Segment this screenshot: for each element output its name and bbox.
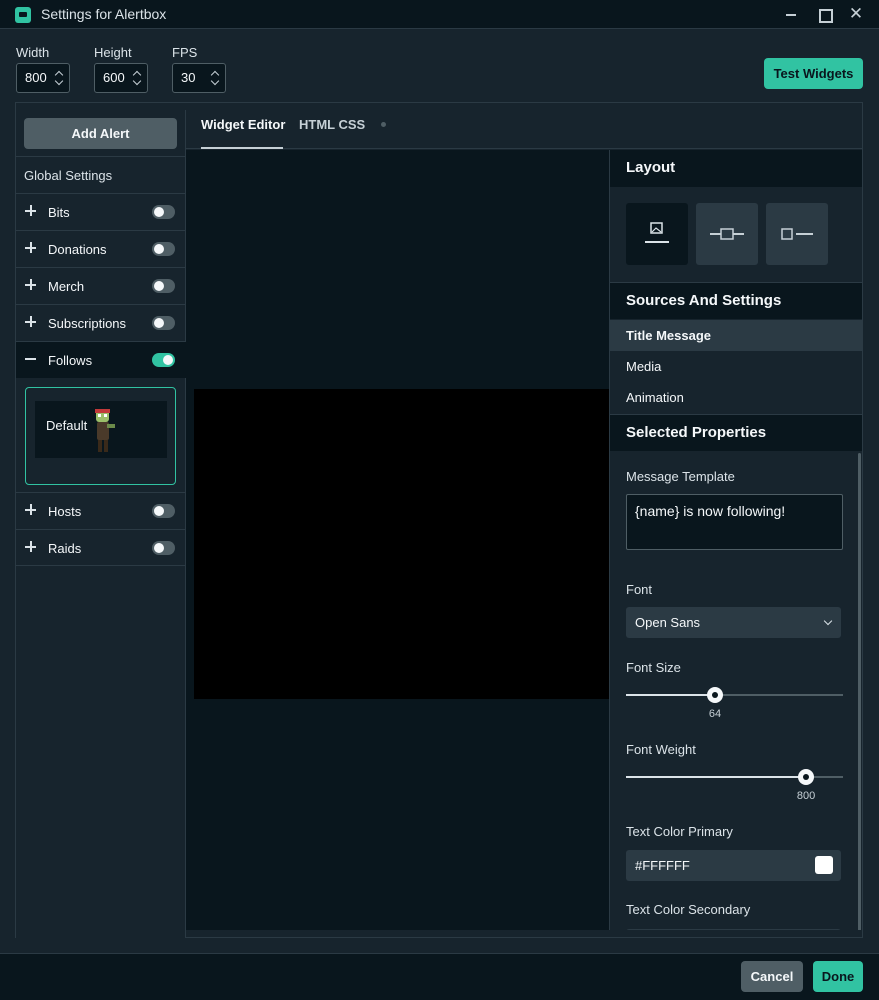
slider-fill [626, 776, 807, 778]
height-input[interactable]: 600 [94, 63, 148, 93]
follows-toggle[interactable] [152, 353, 175, 367]
layout-option-image-above[interactable] [626, 203, 688, 265]
text-color-secondary-input[interactable] [626, 929, 841, 930]
sidebar-item-label: Donations [48, 242, 107, 257]
close-icon[interactable]: ✕ [845, 3, 867, 25]
unsaved-dot-icon [381, 122, 386, 127]
text-color-primary-value: #FFFFFF [635, 858, 690, 873]
zombie-sprite-icon [95, 409, 115, 452]
raids-toggle[interactable] [152, 541, 175, 555]
plus-icon[interactable] [25, 279, 37, 291]
fps-label: FPS [172, 45, 198, 60]
spinner-icon[interactable] [133, 70, 141, 86]
active-tab-indicator [201, 147, 283, 149]
test-widgets-button[interactable]: Test Widgets [764, 58, 863, 89]
sidebar-item-label: Hosts [48, 504, 82, 519]
merch-toggle[interactable] [152, 279, 175, 293]
done-button[interactable]: Done [813, 961, 863, 992]
slider-handle[interactable] [706, 687, 723, 703]
font-label: Font [626, 582, 653, 597]
text-color-primary-input[interactable]: #FFFFFF [626, 850, 841, 881]
variation-thumbnail: Default [35, 401, 167, 458]
properties-scrollbar[interactable] [858, 453, 861, 930]
font-size-label: Font Size [626, 660, 681, 675]
hosts-toggle[interactable] [152, 504, 175, 518]
tab-widget-editor[interactable]: Widget Editor [201, 117, 285, 132]
text-color-secondary-label: Text Color Secondary [626, 902, 751, 917]
window-title: Settings for Alertbox [41, 6, 167, 22]
plus-icon[interactable] [25, 316, 37, 328]
font-weight-label: Font Weight [626, 742, 696, 757]
tab-html-css[interactable]: HTML CSS [299, 117, 365, 132]
font-weight-value: 800 [796, 790, 816, 802]
plus-icon[interactable] [25, 541, 37, 553]
plus-icon[interactable] [25, 504, 37, 516]
subscriptions-toggle[interactable] [152, 316, 175, 330]
widget-preview [194, 389, 609, 699]
font-size-slider[interactable] [626, 687, 843, 703]
minus-icon[interactable] [25, 353, 37, 365]
sidebar-item-label: Merch [48, 279, 85, 294]
layout-heading: Layout [610, 150, 862, 187]
sidebar-item-label: Bits [48, 205, 70, 220]
image-beside-text-icon [781, 228, 813, 240]
spinner-icon[interactable] [55, 70, 63, 86]
sidebar-item-merch[interactable]: Merch [16, 267, 186, 304]
slider-fill [626, 694, 715, 696]
add-alert-button[interactable]: Add Alert [24, 118, 177, 149]
message-template-label: Message Template [626, 469, 735, 484]
selected-properties-heading: Selected Properties [610, 414, 862, 451]
sidebar-item-donations[interactable]: Donations [16, 230, 186, 267]
sidebar-item-label: Follows [48, 353, 93, 368]
sidebar-item-hosts[interactable]: Hosts [16, 492, 186, 529]
image-above-text-icon [645, 222, 669, 243]
sidebar-item-follows[interactable]: Follows [16, 341, 186, 378]
width-value: 800 [25, 70, 47, 85]
message-template-input[interactable]: {name} is now following! [626, 494, 843, 550]
maximize-icon[interactable] [813, 3, 835, 25]
sources-heading: Sources And Settings [610, 282, 862, 319]
minimize-icon[interactable] [780, 3, 802, 25]
bits-toggle[interactable] [152, 205, 175, 219]
editor-tabs: Widget Editor HTML CSS [186, 103, 862, 149]
sidebar-item-raids[interactable]: Raids [16, 529, 186, 566]
title-bar: Settings for Alertbox ✕ [0, 0, 879, 29]
fps-input[interactable]: 30 [172, 63, 226, 93]
height-value: 600 [103, 70, 125, 85]
layout-option-image-beside[interactable] [766, 203, 828, 265]
font-size-value: 64 [708, 708, 722, 720]
plus-icon[interactable] [25, 205, 37, 217]
slider-handle[interactable] [798, 769, 815, 785]
width-label: Width [16, 45, 50, 60]
sidebar-item-bits[interactable]: Bits [16, 193, 186, 230]
sidebar-item-label: Raids [48, 541, 82, 556]
properties-panel: Layout Sources And Settings Title Messag… [609, 150, 862, 930]
source-title-message[interactable]: Title Message [610, 320, 862, 351]
text-color-primary-label: Text Color Primary [626, 824, 733, 839]
sidebar-item-label: Subscriptions [48, 316, 127, 331]
font-select[interactable]: Open Sans [626, 607, 841, 638]
variation-card-default[interactable]: Default [25, 387, 176, 485]
sidebar-item-label: Global Settings [24, 168, 113, 183]
font-select-value: Open Sans [635, 615, 701, 630]
source-media[interactable]: Media [610, 351, 862, 382]
plus-icon[interactable] [25, 242, 37, 254]
sidebar-item-subscriptions[interactable]: Subscriptions [16, 304, 186, 341]
text-over-image-icon [710, 228, 744, 240]
font-weight-slider[interactable] [626, 769, 843, 785]
spinner-icon[interactable] [211, 70, 219, 86]
color-swatch[interactable] [815, 856, 833, 874]
layout-option-text-over-image[interactable] [696, 203, 758, 265]
sidebar-item-global-settings[interactable]: Global Settings [16, 156, 186, 193]
source-animation[interactable]: Animation [610, 382, 862, 413]
chevron-down-icon [823, 616, 833, 626]
height-label: Height [94, 45, 132, 60]
variation-label: Default [46, 418, 88, 433]
streamlabs-icon [15, 7, 31, 23]
cancel-button[interactable]: Cancel [741, 961, 803, 992]
donations-toggle[interactable] [152, 242, 175, 256]
fps-value: 30 [181, 70, 196, 85]
width-input[interactable]: 800 [16, 63, 70, 93]
